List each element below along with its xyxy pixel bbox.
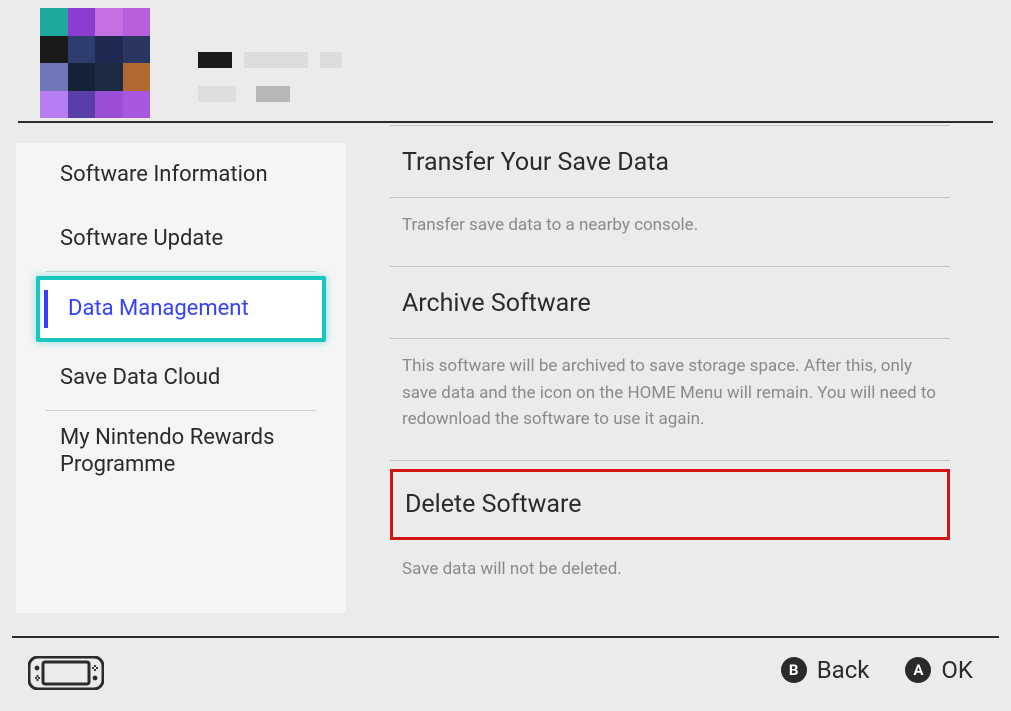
hint-back[interactable]: B Back	[781, 656, 870, 684]
footer: B Back A OK	[0, 636, 1011, 711]
sidebar-item-label: Data Management	[68, 295, 249, 323]
sidebar-item-label: My Nintendo Rewards Programme	[60, 424, 300, 479]
option-title: Archive Software	[390, 267, 950, 338]
option-title: Delete Software	[393, 472, 947, 537]
b-button-icon: B	[781, 657, 807, 683]
footer-divider	[12, 636, 999, 638]
software-icon	[40, 8, 150, 118]
hint-ok[interactable]: A OK	[905, 656, 973, 684]
option-delete-software-group: Delete Software Save data will not be de…	[390, 460, 950, 610]
software-subtitle-placeholder	[198, 86, 290, 102]
option-title: Transfer Your Save Data	[390, 126, 950, 197]
option-transfer-save-data[interactable]: Transfer Your Save Data Transfer save da…	[390, 125, 950, 266]
button-hints: B Back A OK	[781, 656, 973, 684]
content-panel: Transfer Your Save Data Transfer save da…	[390, 125, 950, 611]
header	[18, 0, 993, 123]
sidebar-item-label: Software Update	[60, 225, 223, 253]
sidebar-item-software-update[interactable]: Software Update	[16, 207, 346, 271]
selection-indicator	[44, 290, 48, 328]
controller-icon[interactable]	[28, 656, 104, 690]
option-description: This software will be archived to save s…	[390, 339, 950, 460]
sidebar-item-my-nintendo-rewards[interactable]: My Nintendo Rewards Programme	[16, 411, 346, 491]
hint-label: OK	[941, 656, 973, 684]
sidebar-divider	[46, 271, 316, 272]
option-description: Transfer save data to a nearby console.	[390, 198, 950, 266]
option-description: Save data will not be deleted.	[390, 540, 950, 610]
sidebar-item-label: Software Information	[60, 161, 268, 189]
sidebar: Software Information Software Update Dat…	[16, 143, 346, 613]
software-title-placeholder	[198, 52, 342, 68]
main: Software Information Software Update Dat…	[0, 125, 1011, 637]
a-button-icon: A	[905, 657, 931, 683]
hint-label: Back	[817, 656, 870, 684]
option-archive-software[interactable]: Archive Software This software will be a…	[390, 266, 950, 460]
sidebar-item-data-management[interactable]: Data Management	[36, 276, 326, 342]
sidebar-item-label: Save Data Cloud	[60, 364, 220, 392]
sidebar-item-save-data-cloud[interactable]: Save Data Cloud	[16, 346, 346, 410]
option-delete-software[interactable]: Delete Software	[390, 469, 950, 540]
sidebar-item-software-information[interactable]: Software Information	[16, 143, 346, 207]
